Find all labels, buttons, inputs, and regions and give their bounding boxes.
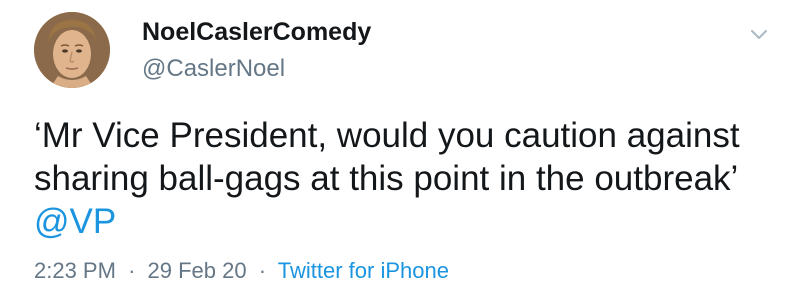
tweet-time[interactable]: 2:23 PM <box>34 258 116 283</box>
mention-link[interactable]: @VP <box>34 200 774 243</box>
avatar[interactable] <box>34 12 110 88</box>
meta-separator: · <box>258 258 267 283</box>
tweet-card: NoelCaslerComedy @CaslerNoel ‘Mr Vice Pr… <box>0 0 800 305</box>
tweet-text-line: ‘Mr Vice President, would you caution ag… <box>34 116 740 155</box>
meta-separator: · <box>128 258 136 283</box>
tweet-text-line: sharing ball-gags at this point in the o… <box>34 159 739 198</box>
tweet-text: ‘Mr Vice President, would you caution ag… <box>34 114 774 243</box>
display-name[interactable]: NoelCaslerComedy <box>142 18 371 47</box>
tweet-source-link[interactable]: Twitter for iPhone <box>278 258 449 283</box>
chevron-down-icon[interactable] <box>748 25 770 43</box>
user-handle[interactable]: @CaslerNoel <box>142 55 285 83</box>
tweet-meta: 2:23 PM · 29 Feb 20 · Twitter for iPhone <box>34 258 449 284</box>
tweet-date[interactable]: 29 Feb 20 <box>148 258 247 283</box>
